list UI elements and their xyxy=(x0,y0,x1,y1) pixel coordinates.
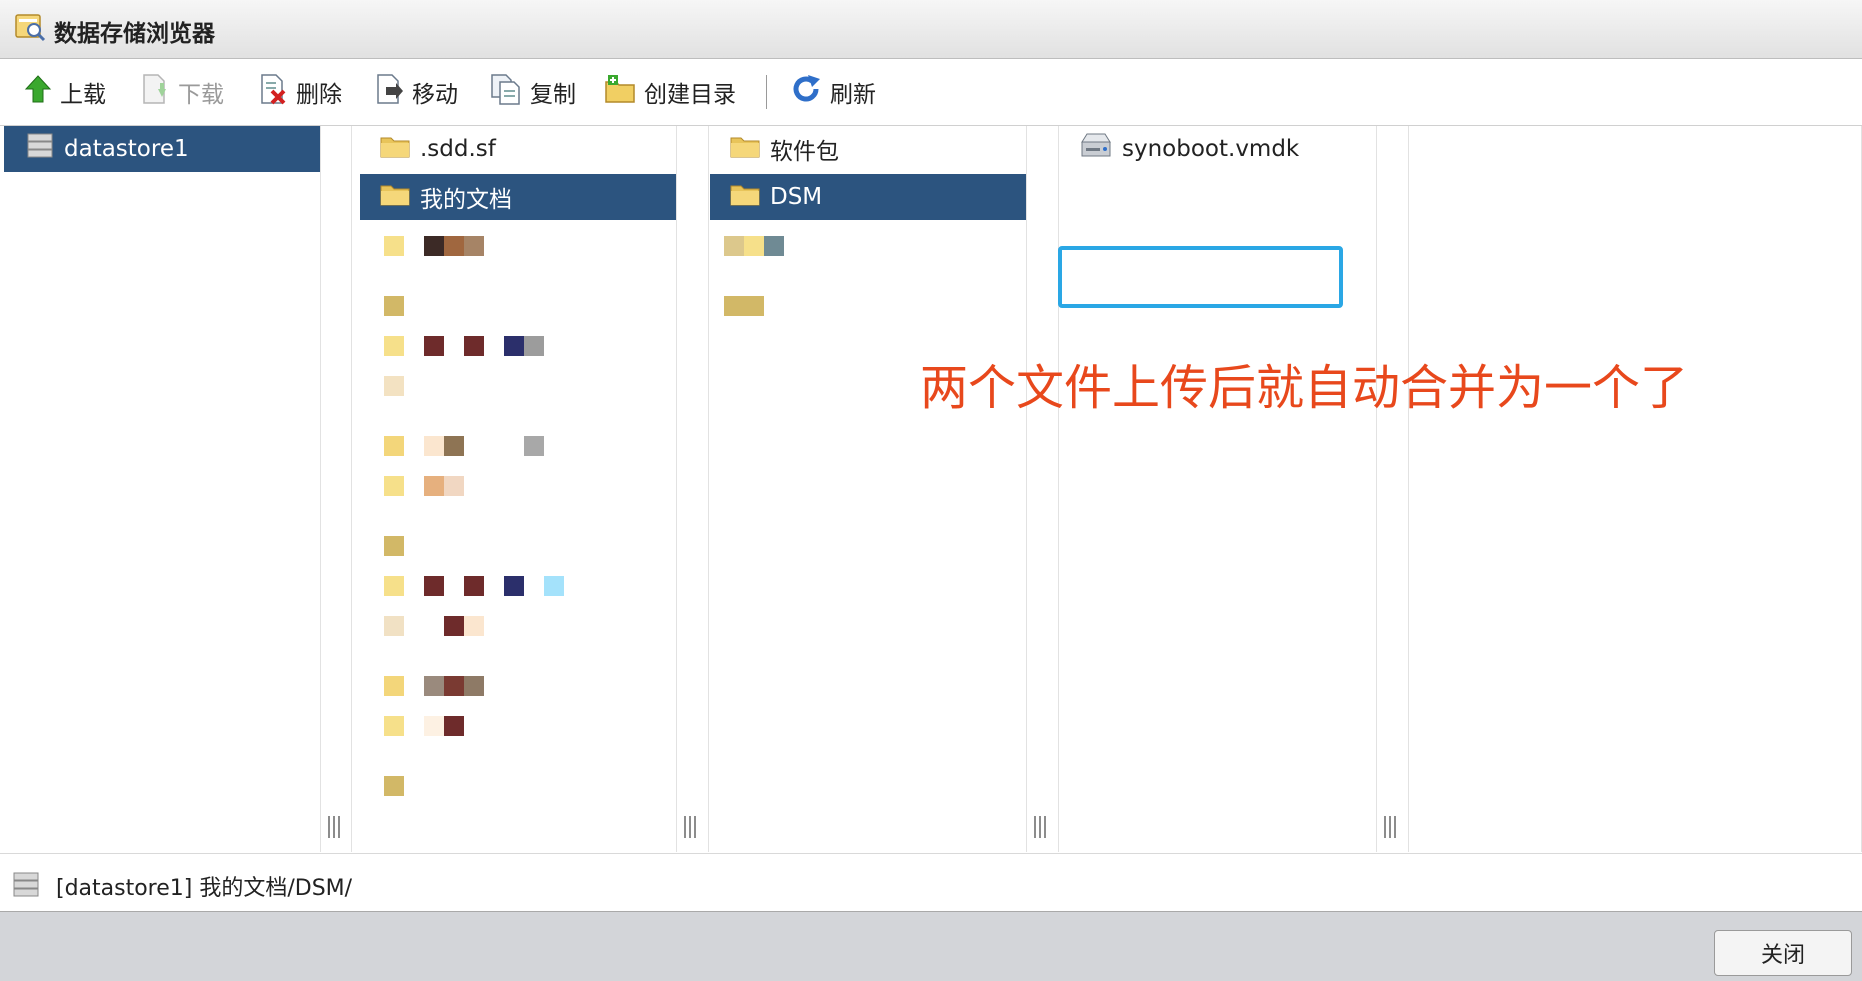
datastore-label: datastore1 xyxy=(64,136,189,162)
download-icon xyxy=(140,73,170,111)
create-directory-button[interactable]: 创建目录 xyxy=(604,73,736,111)
pane-resize-grip[interactable] xyxy=(328,816,342,838)
copy-icon xyxy=(490,73,522,111)
pane-divider xyxy=(320,126,321,852)
highlight-box xyxy=(1058,246,1343,308)
pane-resize-grip[interactable] xyxy=(684,816,698,838)
toolbar: 上载 下载 删除 移动 复制 创建目录 刷新 xyxy=(0,59,1862,126)
folder-icon xyxy=(380,182,410,212)
folder-label: .sdd.sf xyxy=(420,136,496,162)
pane-divider xyxy=(351,126,352,852)
datastore-pane: datastore1 xyxy=(0,126,320,852)
annotation-text: 两个文件上传后就自动合并为一个了 xyxy=(920,360,1689,416)
current-path: [datastore1] 我的文档/DSM/ xyxy=(56,876,353,901)
folder-icon xyxy=(380,134,410,164)
folder-icon xyxy=(730,182,760,212)
copy-button[interactable]: 复制 xyxy=(490,73,576,111)
upload-label: 上载 xyxy=(60,82,106,108)
refresh-button[interactable]: 刷新 xyxy=(790,73,876,111)
refresh-label: 刷新 xyxy=(830,82,876,108)
pane-divider xyxy=(1026,126,1027,852)
folder-label: DSM xyxy=(770,184,823,210)
close-button[interactable]: 关闭 xyxy=(1714,930,1852,976)
datastore-browser-icon xyxy=(14,12,46,46)
disk-file-icon xyxy=(1080,132,1112,166)
move-button[interactable]: 移动 xyxy=(374,73,458,111)
datastore-item[interactable]: datastore1 xyxy=(4,126,320,172)
refresh-icon xyxy=(790,73,822,111)
pane-resize-grip[interactable] xyxy=(1034,816,1048,838)
delete-icon xyxy=(258,73,288,111)
folder-item[interactable]: .sdd.sf xyxy=(360,126,676,172)
folder-label: 我的文档 xyxy=(420,187,512,213)
delete-button[interactable]: 删除 xyxy=(258,73,342,111)
datastore-icon xyxy=(26,133,54,165)
folder-pane-level1: .sdd.sf 我的文档 xyxy=(360,126,676,852)
folder-item[interactable]: 软件包 xyxy=(710,126,1026,172)
move-label: 移动 xyxy=(412,82,458,108)
pane-divider xyxy=(1376,126,1377,852)
pane-resize-grip[interactable] xyxy=(1384,816,1398,838)
new-folder-icon xyxy=(604,74,636,110)
move-icon xyxy=(374,73,404,111)
column-browser: datastore1 .sdd.sf 我的文档 软件包 DSM synoboot… xyxy=(0,126,1862,852)
file-item[interactable]: synoboot.vmdk xyxy=(1060,126,1330,172)
folder-icon xyxy=(730,134,760,164)
folder-item-selected[interactable]: 我的文档 xyxy=(360,174,676,220)
pane-divider xyxy=(708,126,709,852)
folder-pane-level2: 软件包 DSM xyxy=(710,126,1026,852)
toolbar-separator xyxy=(766,75,767,109)
datastore-icon xyxy=(12,872,40,902)
download-button[interactable]: 下载 xyxy=(140,73,224,111)
pane-divider xyxy=(1058,126,1059,852)
file-pane: synoboot.vmdk xyxy=(1060,126,1376,852)
pane-divider xyxy=(1408,126,1409,852)
window-titlebar: 数据存储浏览器 xyxy=(0,0,1862,59)
copy-label: 复制 xyxy=(530,82,576,108)
folder-item-selected[interactable]: DSM xyxy=(710,174,1026,220)
create-directory-label: 创建目录 xyxy=(644,82,736,108)
delete-label: 删除 xyxy=(296,82,342,108)
upload-button[interactable]: 上载 xyxy=(24,73,106,111)
upload-arrow-icon xyxy=(24,74,52,110)
folder-label: 软件包 xyxy=(770,139,839,165)
window-title: 数据存储浏览器 xyxy=(54,21,215,47)
file-label: synoboot.vmdk xyxy=(1122,136,1300,162)
path-bar: [datastore1] 我的文档/DSM/ xyxy=(0,853,1862,912)
dialog-footer: 关闭 xyxy=(0,911,1862,981)
pane-divider xyxy=(676,126,677,852)
download-label: 下载 xyxy=(178,82,224,108)
